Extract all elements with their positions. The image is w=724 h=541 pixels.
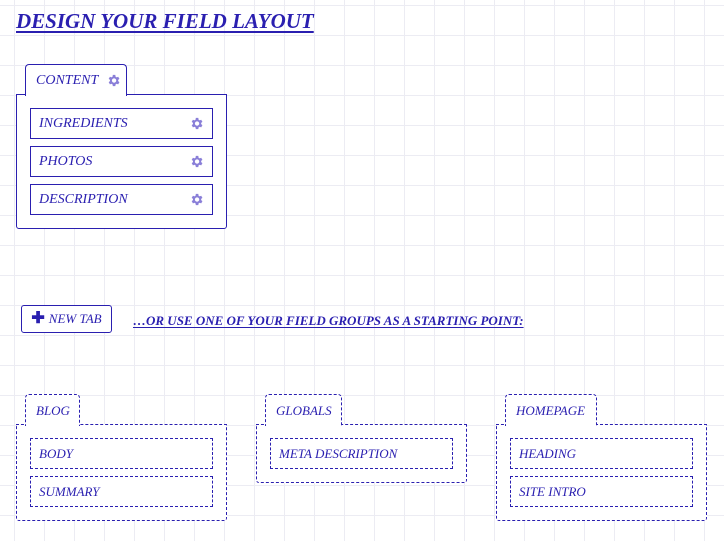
gear-icon[interactable] bbox=[189, 192, 204, 207]
field-label: META DESCRIPTION bbox=[279, 445, 398, 461]
field-group-tab-homepage[interactable]: HOMEPAGE bbox=[505, 394, 597, 426]
field-group-label: GLOBALS bbox=[276, 402, 332, 418]
field-group-label: BLOG bbox=[36, 402, 70, 418]
field-label: SITE INTRO bbox=[519, 483, 586, 499]
field-ingredients[interactable]: INGREDIENTS bbox=[30, 108, 213, 139]
tab-join bbox=[26, 93, 126, 97]
field-group-label: HOMEPAGE bbox=[516, 402, 586, 418]
field-group-field-summary[interactable]: SUMMARY bbox=[30, 476, 213, 507]
tab-label: CONTENT bbox=[36, 72, 99, 88]
tab-join bbox=[26, 423, 79, 427]
page-title: DESIGN YOUR FIELD LAYOUT bbox=[16, 9, 314, 33]
gear-icon[interactable] bbox=[189, 116, 204, 131]
field-group-field-meta-description[interactable]: META DESCRIPTION bbox=[270, 438, 453, 469]
field-group-tab-globals[interactable]: GLOBALS bbox=[265, 394, 342, 426]
new-tab-button[interactable]: ✚ NEW TAB bbox=[21, 305, 112, 333]
new-tab-label: NEW TAB bbox=[48, 311, 102, 326]
tab-content[interactable]: CONTENT bbox=[25, 64, 127, 96]
field-group-field-site-intro[interactable]: SITE INTRO bbox=[510, 476, 693, 507]
plus-icon: ✚ bbox=[31, 310, 45, 327]
starting-point-link[interactable]: …OR USE ONE OF YOUR FIELD GROUPS AS A ST… bbox=[133, 313, 524, 329]
tab-join bbox=[266, 423, 341, 427]
field-group-tab-blog[interactable]: BLOG bbox=[25, 394, 80, 426]
field-label: INGREDIENTS bbox=[39, 115, 128, 131]
gear-icon[interactable] bbox=[106, 73, 121, 88]
field-group-field-heading[interactable]: HEADING bbox=[510, 438, 693, 469]
field-description[interactable]: DESCRIPTION bbox=[30, 184, 213, 215]
field-label: PHOTOS bbox=[39, 153, 93, 169]
field-label: HEADING bbox=[519, 445, 577, 461]
field-label: DESCRIPTION bbox=[39, 191, 128, 207]
field-label: BODY bbox=[39, 445, 73, 461]
gear-icon[interactable] bbox=[189, 154, 204, 169]
tab-join bbox=[506, 423, 596, 427]
field-group-field-body[interactable]: BODY bbox=[30, 438, 213, 469]
field-label: SUMMARY bbox=[39, 483, 100, 499]
field-photos[interactable]: PHOTOS bbox=[30, 146, 213, 177]
